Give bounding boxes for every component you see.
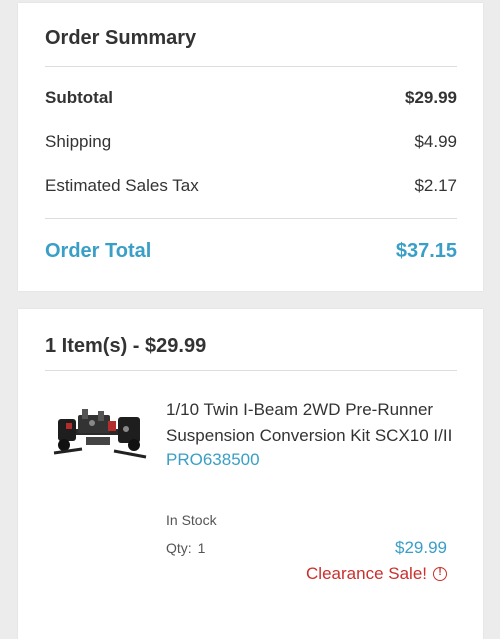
divider [45, 66, 457, 67]
shipping-row: Shipping $4.99 [45, 132, 457, 152]
item-price: $29.99 [395, 538, 447, 557]
qty-label: Qty: [166, 540, 192, 556]
order-total-row: Order Total $37.15 [45, 240, 457, 263]
quantity: Qty: 1 [166, 540, 205, 556]
order-summary-title: Order Summary [45, 27, 197, 49]
product-image[interactable] [52, 401, 150, 473]
tax-value: $2.17 [414, 176, 457, 195]
rc-truck-chassis-icon [53, 409, 147, 459]
items-card: 1 Item(s) - $29.99 1/10 Twin I-Beam 2WD … [18, 309, 483, 639]
clearance-sale-label: Clearance Sale! [306, 564, 427, 583]
order-summary-card: Order Summary Subtotal $29.99 Shipping $… [18, 3, 483, 291]
shipping-label: Shipping [45, 132, 112, 151]
divider [45, 370, 457, 371]
qty-value: 1 [197, 540, 206, 556]
subtotal-label: Subtotal [45, 88, 113, 107]
tax-label: Estimated Sales Tax [45, 176, 199, 195]
subtotal-row: Subtotal $29.99 [45, 88, 457, 108]
subtotal-value: $29.99 [405, 88, 457, 107]
order-total-value: $37.15 [395, 240, 457, 262]
clearance-sale-badge[interactable]: Clearance Sale! ! [306, 564, 447, 584]
tax-row: Estimated Sales Tax $2.17 [45, 176, 457, 196]
divider [45, 218, 457, 219]
stock-status: In Stock [166, 512, 217, 528]
product-info: 1/10 Twin I-Beam 2WD Pre-Runner Suspensi… [166, 397, 457, 470]
product-sku[interactable]: PRO638500 [166, 450, 457, 470]
shipping-value: $4.99 [414, 132, 457, 151]
alert-circle-icon: ! [433, 567, 447, 581]
order-total-label: Order Total [45, 240, 152, 262]
product-name[interactable]: 1/10 Twin I-Beam 2WD Pre-Runner Suspensi… [166, 397, 457, 449]
items-title: 1 Item(s) - $29.99 [45, 335, 207, 357]
